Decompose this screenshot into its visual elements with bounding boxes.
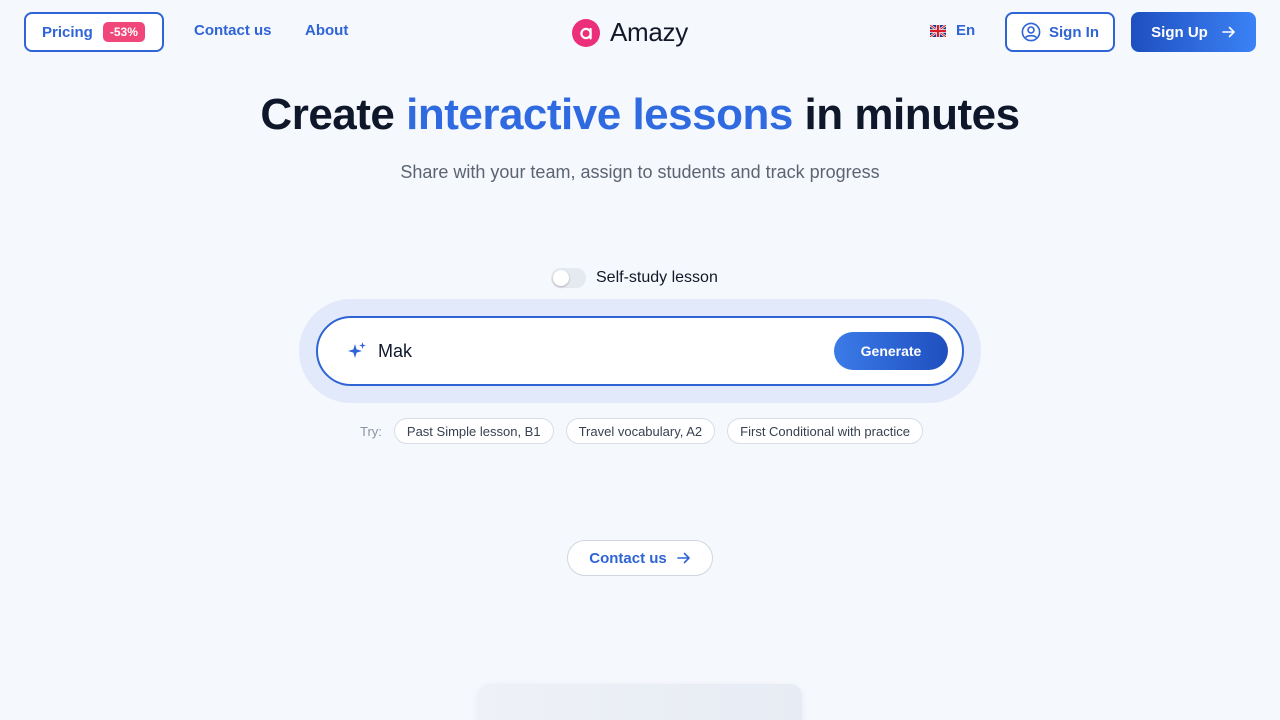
try-label: Try: (360, 423, 382, 439)
self-study-toggle[interactable] (551, 268, 586, 288)
language-selector[interactable]: En (930, 22, 975, 39)
discount-badge: -53% (102, 22, 145, 42)
contact-us-label: Contact us (589, 549, 667, 567)
brand-logo[interactable]: Amazy (572, 17, 688, 48)
preview-card (478, 684, 802, 720)
sign-in-label: Sign In (1049, 23, 1099, 41)
arrow-right-icon (1222, 26, 1235, 38)
amazy-logo-icon (572, 18, 600, 47)
user-circle-icon (1021, 22, 1041, 42)
sign-up-button[interactable]: Sign Up (1131, 12, 1256, 52)
hero-title: Create interactive lessons in minutes (0, 90, 1280, 140)
arrow-right-icon (676, 552, 690, 564)
nav-about-link[interactable]: About (305, 22, 348, 39)
pricing-label: Pricing (42, 23, 93, 41)
sign-in-button[interactable]: Sign In (1005, 12, 1115, 52)
lesson-prompt-input[interactable] (378, 340, 818, 362)
generate-button[interactable]: Generate (834, 332, 948, 370)
suggestion-chip[interactable]: Travel vocabulary, A2 (565, 418, 716, 444)
hero-title-pre: Create (260, 90, 407, 139)
toggle-knob (553, 270, 569, 286)
contact-us-button[interactable]: Contact us (567, 540, 713, 576)
hero-title-accent: interactive lessons (406, 90, 793, 139)
uk-flag-icon (930, 24, 946, 37)
sign-up-label: Sign Up (1151, 23, 1208, 41)
suggestion-chip[interactable]: First Conditional with practice (727, 418, 923, 444)
suggestions-row: Try: Past Simple lesson, B1 Travel vocab… (360, 418, 923, 444)
hero-subtitle: Share with your team, assign to students… (400, 162, 880, 182)
sparkle-icon (348, 342, 366, 358)
hero-title-post: in minutes (792, 90, 1021, 139)
language-label: En (956, 22, 976, 39)
self-study-label: Self-study lesson (596, 269, 718, 286)
brand-name: Amazy (610, 17, 688, 47)
nav-contact-link[interactable]: Contact us (194, 22, 272, 39)
landing-page: Pricing -53% Contact us About Amazy En S… (0, 0, 1280, 720)
self-study-toggle-row: Self-study lesson (551, 268, 718, 288)
prompt-box: Generate (316, 316, 964, 386)
suggestion-chip[interactable]: Past Simple lesson, B1 (393, 418, 554, 444)
pricing-button[interactable]: Pricing -53% (24, 12, 164, 52)
